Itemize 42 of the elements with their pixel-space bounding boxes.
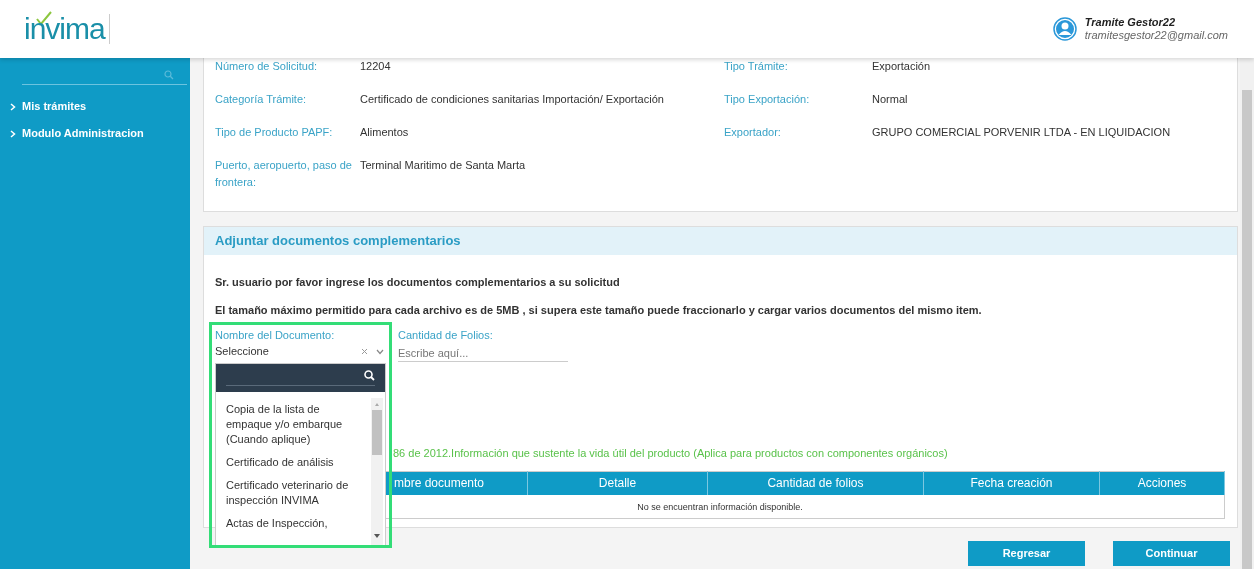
- chevron-down-icon[interactable]: [376, 348, 384, 355]
- field-value: Alimentos: [360, 125, 410, 140]
- chevron-icon: [10, 129, 16, 138]
- dropdown-option[interactable]: Certificado veterinario de inspección INVIMA: [216, 474, 371, 512]
- field-value: 12204: [360, 59, 392, 74]
- field-label: Puerto, aeropuerto, paso de frontera:: [215, 158, 353, 190]
- field-label: Tipo Trámite:: [724, 59, 789, 74]
- field-value: GRUPO COMERCIAL PORVENIR LTDA - EN LIQUIDACION: [872, 125, 1171, 140]
- field-label: Tipo de Producto PAPF:: [215, 125, 334, 140]
- user-avatar-icon[interactable]: [1052, 17, 1077, 41]
- field-label: Tipo Exportación:: [724, 92, 811, 107]
- user-name: Tramite Gestor22: [1084, 16, 1177, 29]
- instruction-text: Sr. usuario por favor ingrese los documentos complementarios a su solicitud: [215, 275, 621, 290]
- field-label: Número de Solicitud:: [215, 59, 319, 74]
- dropdown-option[interactable]: Actas de Inspección,: [216, 512, 371, 535]
- field-value: Exportación: [872, 59, 931, 74]
- logo[interactable]: invima: [24, 14, 105, 44]
- field-label: Cantidad de Folios:: [398, 328, 494, 342]
- chevron-icon: [10, 102, 16, 111]
- column-header: Detalle: [527, 471, 708, 495]
- user-email: tramitesgestor22@gmail.com: [1084, 29, 1228, 42]
- dropdown-option[interactable]: Certificado de análisis: [216, 451, 371, 474]
- field-label: Categoría Trámite:: [215, 92, 308, 107]
- field-value: Terminal Maritimo de Santa Marta: [360, 158, 527, 173]
- column-header: Cantidad de folios: [707, 471, 924, 495]
- folios-input[interactable]: Escribe aquí...: [398, 344, 568, 362]
- column-header: Acciones: [1099, 471, 1225, 495]
- field-value: Normal: [872, 92, 908, 107]
- instruction-text: El tamaño máximo permitido para cada archivo es de 5MB , si supera este tamaño puede fraccionarlo y cargar varios documentos del mismo item.: [215, 303, 983, 318]
- note-text: 86 de 2012.Información que sustente la vida útil del producto (Aplica para productos con componentes orgánicos): [393, 446, 949, 460]
- empty-message: No se encuentran información disponible.: [637, 502, 803, 512]
- field-label: Exportador:: [724, 125, 782, 140]
- section-title: Adjuntar documentos complementarios: [215, 232, 461, 251]
- scrollbar[interactable]: [371, 398, 383, 546]
- document-select[interactable]: Seleccione: [215, 343, 386, 360]
- field-value: Certificado de condiciones sanitarias Importación/ Exportación: [360, 92, 665, 107]
- field-label: Nombre del Documento:: [215, 328, 336, 342]
- search-icon[interactable]: [364, 370, 375, 381]
- column-header: Fecha creación: [923, 471, 1100, 495]
- clear-icon[interactable]: [361, 348, 368, 355]
- dropdown-option[interactable]: Copia de la lista de empaque y/o embarque (Cuando aplique): [216, 398, 371, 451]
- dropdown-search-field[interactable]: [226, 370, 375, 386]
